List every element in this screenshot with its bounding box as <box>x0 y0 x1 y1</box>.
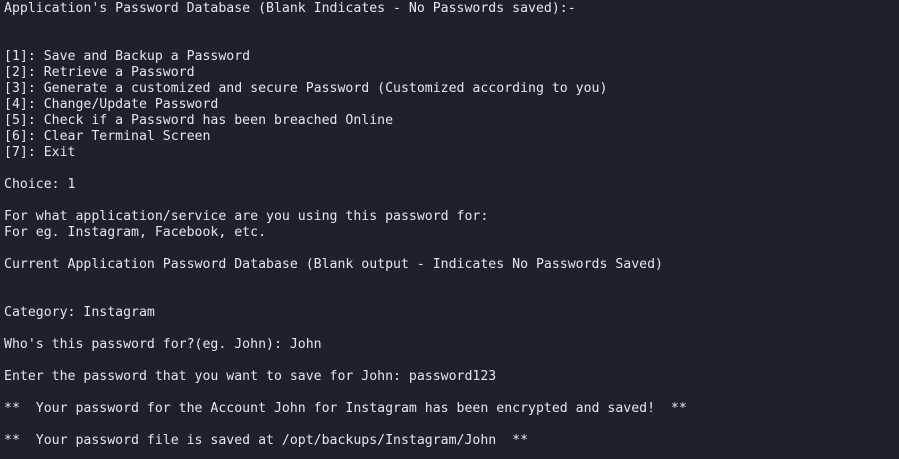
encrypted-message: ** Your password for the Account John fo… <box>4 401 687 416</box>
menu-item-clear: [6]: Clear Terminal Screen <box>4 129 211 144</box>
menu-item-change: [4]: Change/Update Password <box>4 97 219 112</box>
choice-line: Choice: 1 <box>4 177 76 192</box>
menu-item-save: [1]: Save and Backup a Password <box>4 49 251 64</box>
menu-item-generate: [3]: Generate a customized and secure Pa… <box>4 81 608 96</box>
database-header: Application's Password Database (Blank I… <box>4 1 576 16</box>
menu-item-exit: [7]: Exit <box>4 145 76 160</box>
database-notice: Current Application Password Database (B… <box>4 257 663 272</box>
saved-path-message: ** Your password file is saved at /opt/b… <box>4 433 529 448</box>
app-prompt-example: For eg. Instagram, Facebook, etc. <box>4 225 267 240</box>
category-line: Category: Instagram <box>4 305 155 320</box>
app-prompt: For what application/service are you usi… <box>4 209 489 224</box>
menu-item-breach-check: [5]: Check if a Password has been breach… <box>4 113 394 128</box>
terminal-window[interactable]: Application's Password Database (Blank I… <box>0 0 899 459</box>
menu-item-retrieve: [2]: Retrieve a Password <box>4 65 195 80</box>
password-prompt: Enter the password that you want to save… <box>4 369 497 384</box>
user-prompt: Who's this password for?(eg. John): John <box>4 337 322 352</box>
